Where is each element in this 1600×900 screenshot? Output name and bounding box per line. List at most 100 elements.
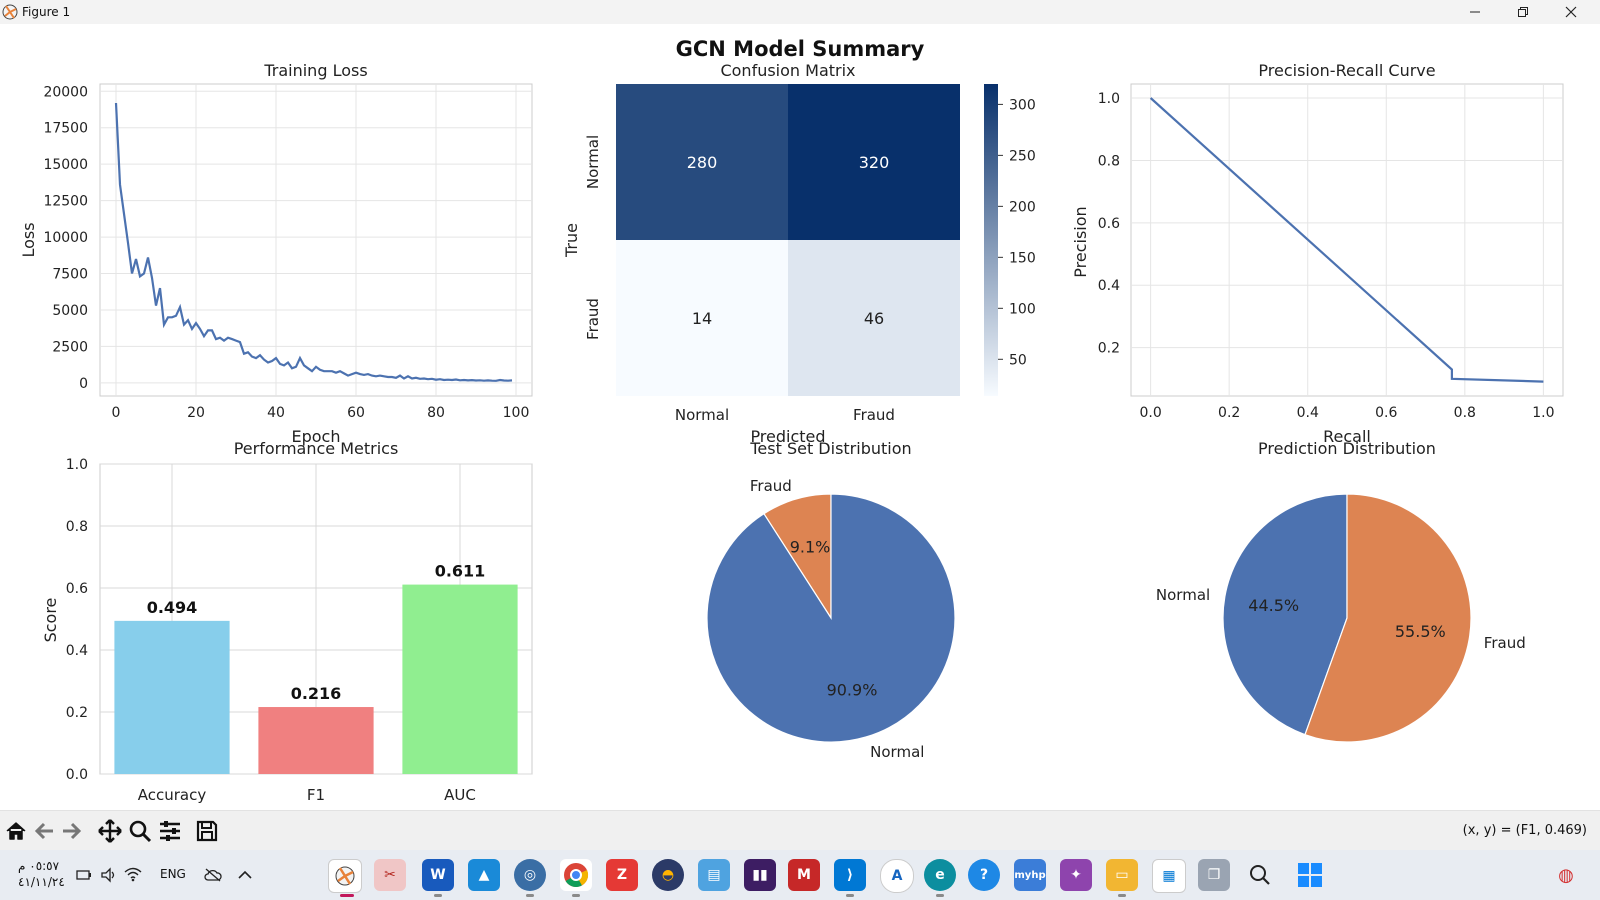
maximize-button[interactable] [1500, 0, 1546, 24]
taskbar-matplotlib-icon[interactable] [328, 859, 362, 893]
y-tick-label: 5000 [52, 303, 88, 319]
configure-button[interactable] [156, 817, 184, 845]
figure-canvas[interactable]: GCN Model Summary 0 20 40 60 80 100 0 2500 5000 7… [0, 24, 1600, 810]
window-title: Figure 1 [22, 5, 71, 19]
taskbar-vscode-icon[interactable]: ⟩ [834, 859, 866, 891]
taskbar-jetbrains-icon[interactable]: ▮▮ [744, 859, 776, 891]
bar-auc [402, 584, 518, 774]
taskbar-search-icon[interactable] [1244, 859, 1276, 891]
pan-button[interactable] [96, 817, 124, 845]
test-dist-axes: 9.1% Fraud 90.9% Normal Test Set Distributi… [706, 439, 956, 761]
training-loss-title: Training Loss [263, 61, 367, 80]
y-tick-label: 1.0 [1098, 91, 1120, 107]
chevron-up-icon[interactable] [238, 870, 252, 880]
taskbar-clock[interactable]: ٠٥:٥٧ م ٤١/١١/٢٤ [18, 858, 65, 890]
zoom-icon [129, 820, 152, 843]
x-tick-label: 0.2 [1218, 405, 1240, 421]
taskbar-chrome-icon[interactable] [560, 859, 592, 891]
battery-icon[interactable] [76, 868, 92, 882]
x-tick-label: 1.0 [1532, 405, 1554, 421]
confusion-ylabel: True [562, 223, 581, 258]
taskbar-edge-icon[interactable]: e [924, 859, 956, 891]
taskbar-copilot-icon[interactable]: ✦ [1060, 859, 1092, 891]
save-button[interactable] [193, 817, 221, 845]
notification-icon[interactable]: ◍ [1550, 859, 1582, 891]
taskbar-snipping-icon[interactable]: ✂ [374, 859, 406, 891]
bar-value-label: 0.611 [435, 562, 486, 581]
bar-f1 [258, 707, 374, 774]
x-tick-label: F1 [307, 786, 325, 804]
taskbar-word-icon[interactable]: W [422, 859, 454, 891]
confusion-col-label-normal: Normal [675, 406, 729, 424]
pie-pct-label: 9.1% [790, 538, 831, 557]
confusion-cell-value: 280 [687, 153, 718, 172]
home-button[interactable] [2, 817, 30, 845]
clock-date: ٤١/١١/٢٤ [18, 875, 65, 889]
y-tick-label: 0.4 [66, 643, 88, 659]
confusion-row-label-normal: Normal [584, 135, 602, 189]
back-button[interactable] [30, 817, 58, 845]
windows-start-icon[interactable] [1294, 859, 1326, 891]
x-tick-label: 0.0 [1140, 405, 1162, 421]
colorbar-tick-label: 250 [1009, 148, 1036, 164]
close-button[interactable] [1548, 0, 1594, 24]
running-indicator [526, 894, 534, 897]
taskbar-file-explorer-icon[interactable]: ▭ [1106, 859, 1138, 891]
taskbar-myhp-icon[interactable]: myhp [1014, 859, 1046, 891]
pie-label: Fraud [1484, 634, 1526, 652]
pie-pct-label: 55.5% [1395, 622, 1446, 641]
taskbar-explorer-icon[interactable]: ▤ [698, 859, 730, 891]
y-tick-label: 10000 [43, 230, 88, 246]
zoom-button[interactable] [126, 817, 154, 845]
taskbar-app-icon[interactable]: ◓ [652, 859, 684, 891]
pie-slice-normal [706, 493, 956, 743]
y-tick-label: 0.8 [1098, 153, 1120, 169]
y-tick-label: 0.0 [66, 767, 88, 783]
taskbar-globe-icon[interactable]: ◎ [514, 859, 546, 891]
y-tick-label: 12500 [43, 194, 88, 210]
y-tick-label: 0.6 [1098, 216, 1120, 232]
x-tick-label: 0.8 [1454, 405, 1476, 421]
minimize-button[interactable] [1452, 0, 1498, 24]
taskbar-task-view-icon[interactable]: ❐ [1198, 859, 1230, 891]
taskbar-photos-icon[interactable]: ▲ [468, 859, 500, 891]
wifi-icon[interactable] [124, 866, 142, 882]
taskbar-help-icon[interactable]: ? [968, 859, 1000, 891]
metrics-axes: 0.0 0.2 0.4 0.6 0.8 1.0 0.494 Accuracy 0.216 F1 0… [41, 439, 533, 804]
pie-pct-label: 90.9% [827, 680, 878, 699]
active-indicator [340, 894, 354, 897]
taskbar-z-app-icon[interactable]: Z [606, 859, 638, 891]
running-indicator [434, 894, 442, 897]
pred-dist-title: Prediction Distribution [1258, 439, 1436, 458]
y-tick-label: 0 [79, 376, 88, 392]
taskbar-store-icon[interactable]: ▦ [1152, 859, 1186, 893]
bar-accuracy [114, 620, 230, 774]
close-icon [1565, 6, 1577, 18]
y-tick-label: 2500 [52, 339, 88, 355]
bar-value-label: 0.494 [147, 598, 198, 617]
x-tick-label: 20 [187, 405, 205, 421]
taskbar-mcafee-icon[interactable]: M [788, 859, 820, 891]
running-indicator [846, 894, 854, 897]
y-tick-label: 0.8 [66, 519, 88, 535]
cloud-offline-icon[interactable] [204, 868, 222, 882]
metrics-title: Performance Metrics [234, 439, 399, 458]
bar-value-label: 0.216 [291, 684, 342, 703]
forward-button[interactable] [58, 817, 86, 845]
volume-icon[interactable] [100, 867, 118, 883]
taskbar-app-store-icon[interactable]: A [880, 859, 914, 893]
window-titlebar: Figure 1 [0, 0, 1600, 24]
colorbar [984, 84, 998, 396]
pie-pct-label: 44.5% [1248, 596, 1299, 615]
pan-icon [98, 819, 122, 843]
colorbar-tick-label: 200 [1009, 199, 1036, 215]
x-tick-label: 0 [112, 405, 121, 421]
x-tick-label: 60 [347, 405, 365, 421]
x-tick-label: 100 [503, 405, 530, 421]
pr-title: Precision-Recall Curve [1258, 61, 1435, 80]
colorbar-tick-label: 100 [1009, 301, 1036, 317]
metrics-ylabel: Score [41, 598, 60, 643]
running-indicator [572, 894, 580, 897]
pie-label: Normal [870, 743, 924, 761]
language-indicator[interactable]: ENG [160, 867, 186, 881]
